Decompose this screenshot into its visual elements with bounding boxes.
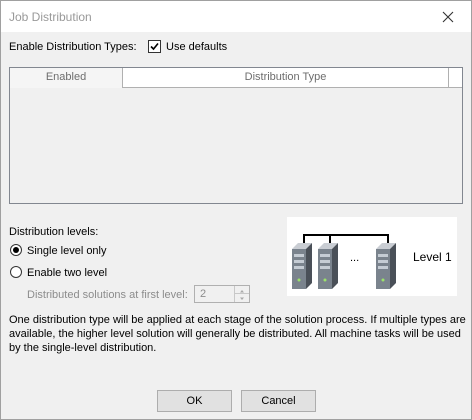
table-header: Enabled Distribution Type (10, 68, 462, 88)
server-icon (318, 243, 338, 289)
distribution-levels-label: Distribution levels: (9, 226, 99, 238)
spinner-arrows (234, 286, 249, 302)
first-level-spinner[interactable]: 2 (194, 285, 250, 303)
connector-line (303, 234, 389, 243)
single-level-label[interactable]: Single level only (27, 245, 107, 257)
server-icon (292, 243, 312, 289)
use-defaults-label[interactable]: Use defaults (166, 41, 227, 53)
dialog-title: Job Distribution (9, 10, 92, 24)
title-bar: Job Distribution (1, 1, 471, 32)
server-diagram-graphic: ... Level 1 (292, 234, 452, 289)
description-text: One distribution type will be applied at… (9, 314, 466, 354)
column-header-enabled[interactable]: Enabled (10, 68, 123, 88)
first-level-solutions-label: Distributed solutions at first level: (27, 289, 188, 301)
ok-button[interactable]: OK (157, 390, 232, 412)
single-level-radio[interactable] (10, 244, 22, 256)
cancel-button[interactable]: Cancel (241, 390, 316, 412)
spin-up-button[interactable] (235, 286, 249, 294)
close-button[interactable] (425, 1, 471, 32)
two-level-radio[interactable] (10, 266, 22, 278)
column-header-distribution-type[interactable]: Distribution Type (123, 68, 449, 88)
close-icon (442, 11, 454, 23)
checkmark-icon (150, 42, 159, 51)
server-icon (376, 243, 396, 289)
job-distribution-dialog: Job Distribution Enable Distribution Typ… (0, 0, 472, 420)
column-header-filler (449, 68, 462, 88)
diagram-ellipsis: ... (350, 252, 359, 264)
radio-selected-dot (13, 247, 19, 253)
distribution-diagram: ... Level 1 (287, 217, 457, 296)
first-level-value[interactable]: 2 (200, 288, 206, 300)
distribution-types-table[interactable]: Enabled Distribution Type (9, 67, 463, 204)
enable-types-label: Enable Distribution Types: (9, 41, 137, 53)
spin-down-button[interactable] (235, 294, 249, 302)
two-level-label[interactable]: Enable two level (27, 267, 107, 279)
spin-down-icon (240, 297, 244, 300)
use-defaults-checkbox[interactable] (148, 40, 161, 53)
diagram-level-label: Level 1 (413, 250, 452, 264)
